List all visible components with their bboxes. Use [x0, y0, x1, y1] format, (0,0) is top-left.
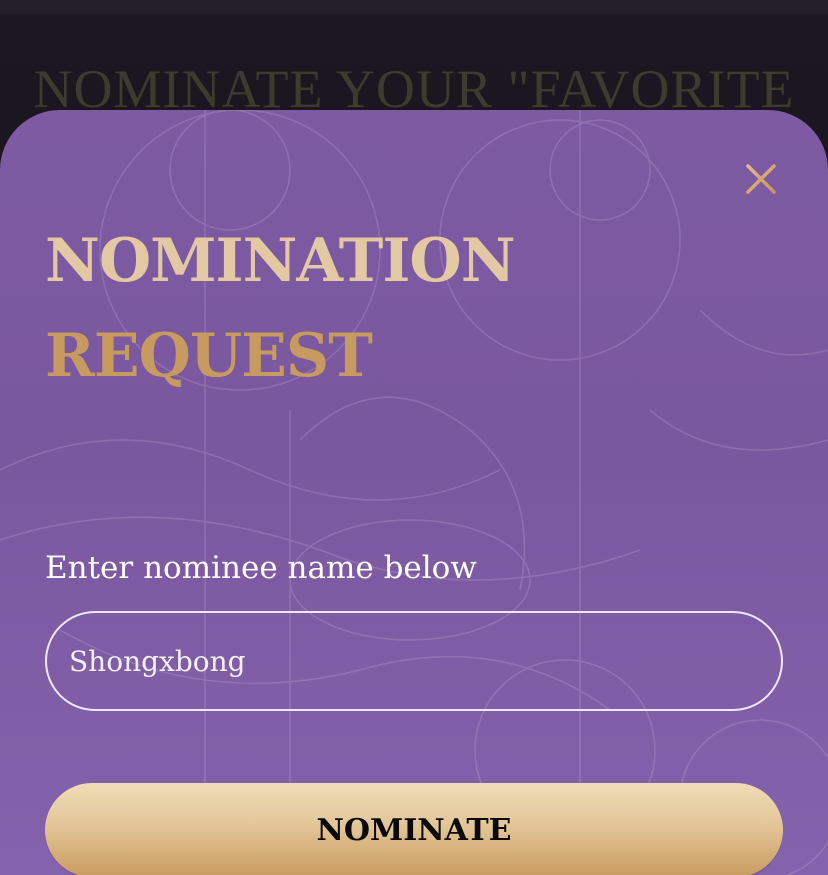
title-line-request: REQUEST	[45, 321, 373, 391]
top-bar	[0, 0, 828, 14]
nominee-name-label: Enter nominee name below	[45, 550, 477, 586]
nominate-button[interactable]: NOMINATE	[45, 783, 783, 875]
nomination-modal: NOMINATION REQUEST Enter nominee name be…	[0, 110, 828, 875]
close-button[interactable]	[738, 160, 784, 200]
modal-title: NOMINATION REQUEST	[45, 214, 516, 404]
title-line-nomination: NOMINATION	[45, 226, 516, 296]
nominee-name-input[interactable]	[45, 611, 783, 711]
close-icon	[746, 164, 776, 194]
